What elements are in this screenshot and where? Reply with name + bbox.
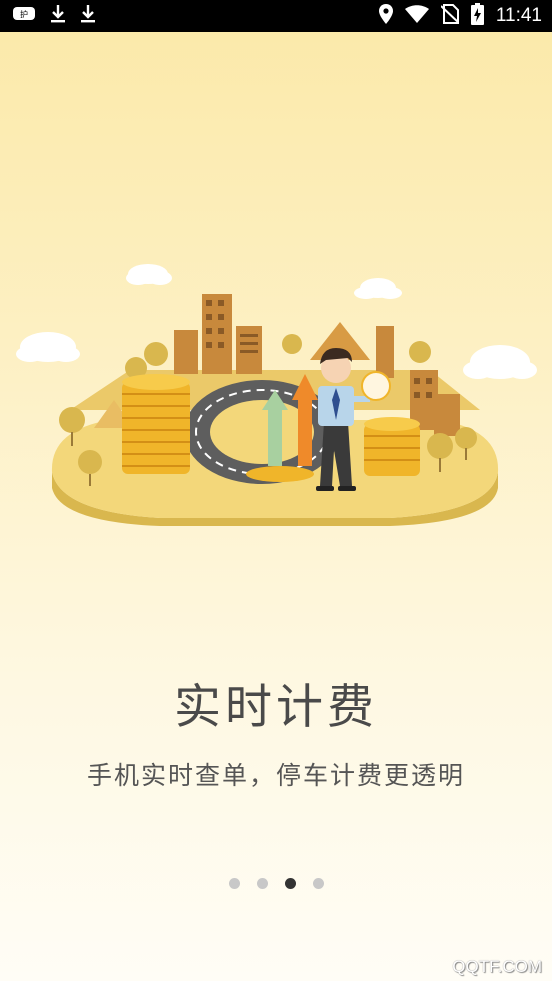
city-parking-billing-illustration <box>16 264 537 526</box>
cloud <box>126 264 172 285</box>
page-dot-3-active[interactable] <box>284 878 296 889</box>
cloud <box>463 345 537 379</box>
watermark: QQTF.COM <box>452 957 542 976</box>
onboarding-title: 实时计费 <box>174 680 378 735</box>
clock: 11:41 <box>495 5 542 26</box>
svg-text:护: 护 <box>20 9 28 19</box>
page-indicator <box>0 878 552 889</box>
coins-pile <box>246 466 314 482</box>
status-bar-left: 护 <box>12 4 96 28</box>
cloud <box>16 332 80 362</box>
download-icon <box>50 4 66 28</box>
onboarding-subtitle: 手机实时查单，停车计费更透明 <box>86 761 465 790</box>
battery-charging-icon <box>470 3 484 29</box>
wifi-icon <box>404 5 429 27</box>
status-bar-right: 11:41 <box>378 3 542 29</box>
coin-stack-right <box>364 417 420 476</box>
app-notification-icon: 护 <box>12 5 36 27</box>
location-icon <box>378 4 393 28</box>
no-sim-icon <box>440 4 460 28</box>
page-dot-2[interactable] <box>256 878 268 889</box>
cloud <box>354 278 402 299</box>
download-icon <box>80 4 96 28</box>
coin-stack-left <box>122 374 190 474</box>
status-bar: 护 11:41 <box>0 0 552 32</box>
page-dot-4[interactable] <box>312 878 324 889</box>
page-dot-1[interactable] <box>228 878 240 889</box>
